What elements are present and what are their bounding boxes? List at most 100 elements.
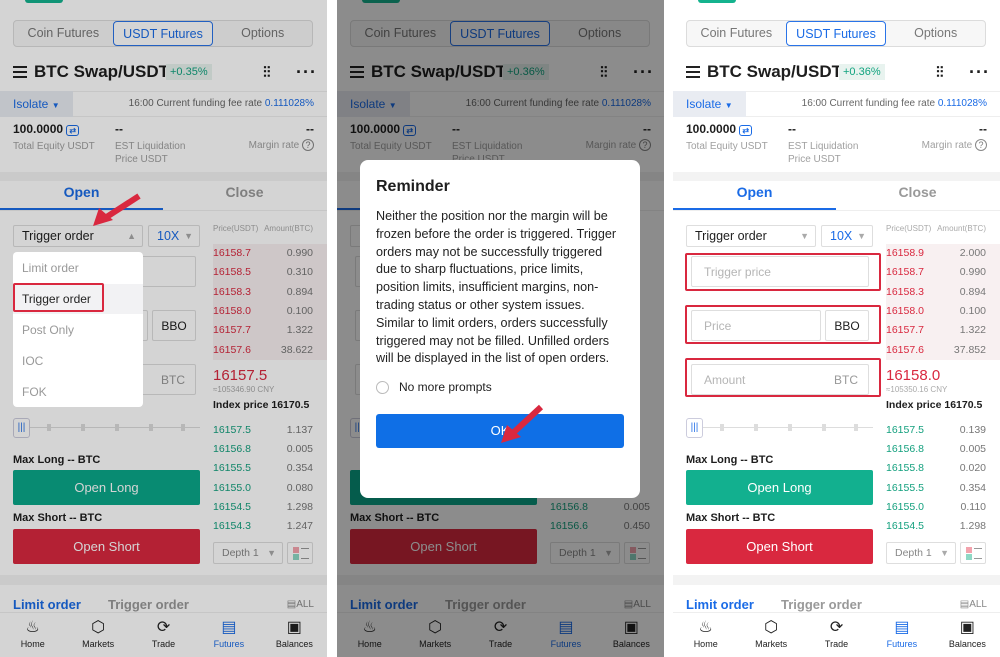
dropdown-option[interactable]: FOK: [13, 377, 143, 407]
nav-trade[interactable]: ⟳ Trade: [804, 613, 869, 657]
margin-mode-label: Isolate: [686, 97, 722, 111]
dropdown-option[interactable]: IOC: [13, 346, 143, 376]
all-label: ALL: [969, 599, 987, 610]
tab-close[interactable]: Close: [836, 184, 999, 200]
red-arrow-icon: [501, 404, 544, 443]
tab-coin-futures[interactable]: Coin Futures: [687, 21, 786, 46]
phone-screen-2: Coin Futures USDT Futures Options BTC Swap/…: [337, 0, 664, 657]
bid-amount: 0.020: [959, 462, 986, 475]
funding-rate: 16:00 Current funding fee rate 0.111028%: [802, 98, 987, 109]
amount-slider[interactable]: |||: [686, 418, 874, 438]
caret-down-icon: ▼: [724, 101, 733, 110]
ask-row[interactable]: 16158.3 0.894: [886, 286, 986, 298]
ask-amount: 0.990: [959, 266, 986, 279]
checkbox-label: No more prompts: [399, 380, 492, 395]
nav-home[interactable]: ♨ Home: [673, 613, 738, 657]
ask-amount: 2.000: [959, 247, 986, 259]
ask-price: 16158.3: [886, 285, 924, 298]
nav-markets[interactable]: ⬡ Markets: [738, 613, 803, 657]
ask-price: 16158.7: [886, 266, 924, 279]
max-long-label: Max Long -- BTC: [686, 454, 774, 466]
last-price-cny: ≈105350.16 CNY: [886, 385, 948, 394]
bid-row[interactable]: 16155.8 0.020: [886, 462, 986, 474]
candlestick-chart-icon[interactable]: ⫶⫶: [936, 64, 944, 81]
order-type-dropdown: Limit order Trigger order Post Only IOC FOK: [13, 252, 143, 407]
phone-screen-1: Coin Futures USDT Futures Options BTC Swap/…: [0, 0, 327, 657]
wallet-icon: ▣: [959, 619, 975, 636]
liquidation-label-2: Price USDT: [788, 154, 841, 165]
nav-label: Home: [693, 639, 718, 649]
amount-column-header: Amount(BTC): [937, 224, 986, 233]
nav-label: Balances: [948, 639, 986, 649]
reminder-dialog: Reminder Neither the position nor the mar…: [360, 160, 640, 498]
margin-mode-select[interactable]: Isolate ▼: [673, 91, 746, 117]
open-short-button[interactable]: Open Short: [686, 529, 873, 564]
nav-balances[interactable]: ▣ Balances: [935, 613, 1000, 657]
tab-trigger-order[interactable]: Trigger order: [781, 597, 862, 612]
bid-amount: 0.139: [959, 424, 986, 436]
ask-price: 16158.9: [886, 247, 924, 259]
compass-icon: ⬡: [764, 619, 779, 636]
max-short-label: Max Short -- BTC: [686, 512, 776, 524]
change-badge: +0.36%: [839, 64, 885, 80]
nav-label: Trade: [824, 639, 849, 649]
highlight-box: [685, 253, 881, 291]
funding-rate-value: 0.111028%: [937, 98, 987, 109]
ask-row[interactable]: 16157.7 1.322: [886, 324, 986, 336]
dropdown-option[interactable]: Post Only: [13, 315, 143, 345]
pair-title[interactable]: BTC Swap/USDT: [707, 62, 842, 82]
nav-futures[interactable]: ▤ Futures: [869, 613, 934, 657]
nav-label: Markets: [755, 639, 788, 649]
highlight-box: [685, 358, 881, 397]
bid-row[interactable]: 16155.0 0.110: [886, 501, 986, 513]
depth-select[interactable]: Depth 1 ▼: [886, 542, 956, 564]
caret-down-icon: ▼: [940, 548, 949, 558]
radio-icon: [376, 380, 389, 394]
order-type-select[interactable]: Trigger order ▼: [686, 225, 816, 247]
margin-rate-label: Margin rate: [921, 140, 973, 151]
ask-row[interactable]: 16158.9 2.000: [886, 247, 986, 259]
bid-amount: 1.298: [959, 520, 986, 532]
open-long-button[interactable]: Open Long: [686, 470, 873, 505]
all-orders-button[interactable]: ▤ALL: [960, 599, 987, 610]
futures-icon: ▤: [894, 619, 910, 636]
dialog-body: Neither the position nor the margin will…: [376, 209, 617, 366]
margin-rate-value: --: [979, 122, 987, 136]
order-type-value: Trigger order: [695, 229, 767, 243]
phone-screen-3: Coin Futures USDT Futures Options BTC Swap/…: [673, 0, 1000, 657]
slider-handle[interactable]: |||: [686, 418, 703, 438]
ask-row[interactable]: 16157.6 37.852: [886, 344, 986, 356]
more-icon[interactable]: ···: [969, 62, 990, 83]
index-price: Index price 16170.5: [886, 399, 983, 411]
caret-icon: ▼: [800, 231, 809, 241]
leverage-select[interactable]: 10X ▼: [821, 225, 873, 247]
tab-limit-order[interactable]: Limit order: [686, 597, 754, 612]
orderbook-layout-icon[interactable]: [960, 542, 986, 564]
tab-usdt-futures[interactable]: USDT Futures: [785, 21, 887, 46]
equity-label: Total Equity USDT: [686, 141, 768, 152]
ask-row[interactable]: 16158.7 0.990: [886, 266, 986, 278]
menu-icon[interactable]: [686, 66, 700, 78]
bid-price: 16155.5: [886, 481, 924, 494]
price-column-header: Price(USDT): [886, 224, 932, 233]
futures-type-tabs: Coin Futures USDT Futures Options: [686, 20, 986, 47]
no-more-prompts-checkbox[interactable]: No more prompts: [376, 380, 624, 394]
bid-row[interactable]: 16156.8 0.005: [886, 443, 986, 455]
tab-options[interactable]: Options: [886, 21, 985, 46]
help-icon[interactable]: ?: [975, 139, 987, 151]
dropdown-option[interactable]: Limit order: [13, 253, 143, 283]
divider: [673, 172, 1000, 181]
ask-row[interactable]: 16158.0 0.100: [886, 305, 986, 317]
leverage-value: 10X: [830, 229, 853, 243]
bid-price: 16156.8: [886, 443, 924, 456]
bid-row[interactable]: 16154.5 1.298: [886, 520, 986, 532]
tab-open[interactable]: Open: [673, 184, 836, 200]
transfer-icon[interactable]: ⇄: [739, 125, 753, 136]
bid-row[interactable]: 16155.5 0.354: [886, 482, 986, 494]
status-strip: [698, 0, 736, 3]
bid-row[interactable]: 16157.5 0.139: [886, 424, 986, 436]
bottom-nav: ♨ Home ⬡ Markets ⟳ Trade ▤ Futures ▣ Balances: [673, 612, 1000, 657]
bid-price: 16155.8: [886, 462, 924, 475]
bid-price: 16155.0: [886, 500, 924, 513]
nav-label: Futures: [886, 639, 918, 649]
